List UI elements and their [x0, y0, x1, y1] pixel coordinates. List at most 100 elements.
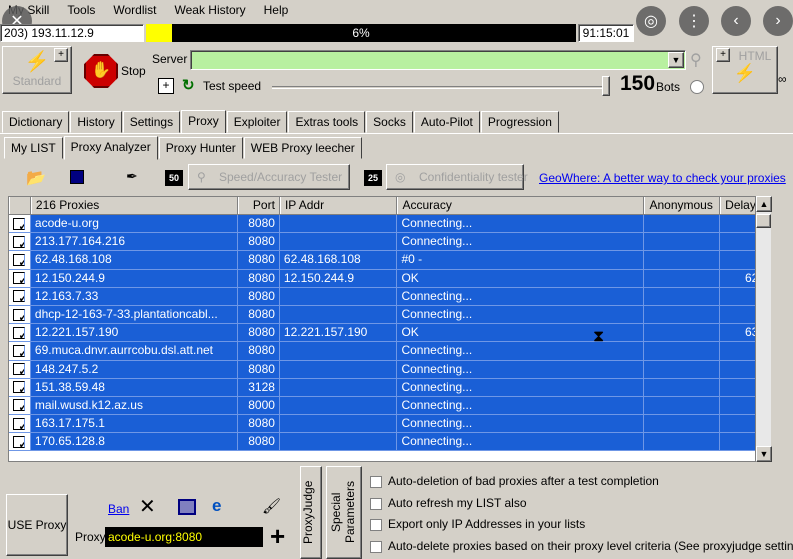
tab-dictionary[interactable]: Dictionary — [2, 111, 70, 133]
col-ip-addr[interactable]: IP Addr — [279, 197, 398, 214]
tab-exploiter[interactable]: Exploiter — [226, 111, 288, 133]
computer-icon[interactable] — [178, 499, 196, 515]
menu-tools[interactable]: Tools — [59, 3, 105, 17]
bots-radio[interactable] — [690, 80, 704, 94]
table-row[interactable]: ✓ 163.17.175.18080 Connecting... — [9, 415, 770, 434]
checkmark-icon[interactable]: ✓ — [13, 326, 26, 339]
confidentiality-tester-button[interactable]: ◎ Confidentiality tester — [386, 164, 528, 190]
checkbox[interactable] — [370, 497, 382, 510]
bots-slider-track[interactable] — [272, 86, 608, 89]
tab-proxy-analyzer[interactable]: Proxy Analyzer — [63, 136, 158, 160]
proxyjudge-button[interactable]: ProxyJudge — [300, 466, 322, 559]
geowhere-link[interactable]: GeoWhere: A better way to check your pro… — [539, 171, 786, 185]
table-row[interactable]: ✓ acode-u.org8080 Connecting... — [9, 215, 770, 234]
row-checkbox[interactable]: ✓ — [9, 324, 31, 342]
tab-progression[interactable]: Progression — [480, 111, 559, 133]
server-dropdown[interactable] — [190, 50, 686, 70]
table-row[interactable]: ✓ 148.247.5.28080 Connecting... — [9, 360, 770, 379]
table-row[interactable]: ✓ 151.38.59.483128 Connecting... — [9, 378, 770, 397]
table-scrollbar[interactable]: ▲ ▼ — [755, 196, 772, 462]
add-proxy-icon[interactable]: + — [270, 522, 285, 550]
col-accuracy[interactable]: Accuracy — [397, 197, 645, 214]
stop-hand-icon[interactable]: ✋ — [84, 54, 118, 88]
special-parameters-button[interactable]: Special Parameters — [326, 466, 362, 559]
checkbox[interactable] — [370, 518, 382, 531]
brush-icon[interactable]: 🖌 — [262, 497, 281, 515]
add-server-icon[interactable]: + — [158, 78, 174, 94]
col-proxies[interactable]: 216 Proxies — [30, 197, 239, 214]
tab-auto-pilot[interactable]: Auto-Pilot — [413, 111, 480, 133]
option-auto-delete-level[interactable]: Auto-delete proxies based on their proxy… — [370, 539, 793, 553]
col-anonymous[interactable]: Anonymous — [644, 197, 721, 214]
tab-proxy-hunter[interactable]: Proxy Hunter — [158, 137, 243, 159]
col-port[interactable]: Port — [238, 197, 280, 214]
tab-socks[interactable]: Socks — [366, 111, 413, 133]
checkmark-icon[interactable]: ✓ — [13, 235, 26, 248]
checkmark-icon[interactable]: ✓ — [13, 308, 26, 321]
use-proxy-button[interactable]: USE Proxy — [6, 494, 68, 556]
speed-accuracy-tester-button[interactable]: ⚲ Speed/Accuracy Tester — [188, 164, 350, 190]
checkbox[interactable] — [370, 540, 382, 553]
table-row[interactable]: ✓12.221.157.190808012.221.157.190OK631 — [9, 324, 770, 343]
ban-link[interactable]: Ban — [108, 502, 129, 516]
lens-search-icon[interactable]: ◎ — [636, 6, 666, 36]
checkmark-icon[interactable]: ✓ — [13, 381, 26, 394]
checkmark-icon[interactable]: ✓ — [13, 290, 26, 303]
menu-weak-history[interactable]: Weak History — [166, 3, 255, 17]
row-checkbox[interactable]: ✓ — [9, 251, 31, 269]
row-checkbox[interactable]: ✓ — [9, 415, 31, 433]
table-row[interactable]: ✓62.48.168.108808062.48.168.108#0 - — [9, 251, 770, 270]
tab-settings[interactable]: Settings — [122, 111, 181, 133]
table-row[interactable]: ✓ dhcp-12-163-7-33.plantationcabl...8080 C… — [9, 305, 770, 325]
open-folder-icon[interactable]: 📂 — [26, 168, 46, 188]
row-checkbox[interactable]: ✓ — [9, 360, 31, 378]
more-options-icon[interactable]: ⋮ — [679, 6, 709, 36]
delete-x-icon[interactable]: ✕ — [139, 497, 156, 517]
tab-web-proxy-leecher[interactable]: WEB Proxy leecher — [243, 137, 362, 159]
option-auto-refresh[interactable]: Auto refresh my LIST also — [370, 496, 527, 510]
menu-wordlist[interactable]: Wordlist — [105, 3, 166, 17]
row-checkbox[interactable]: ✓ — [9, 233, 31, 251]
tab-history[interactable]: History — [70, 111, 122, 133]
browser-icon[interactable]: e — [212, 496, 221, 516]
tab-extras-tools[interactable]: Extras tools — [288, 111, 366, 133]
checkmark-icon[interactable]: ✓ — [13, 253, 26, 266]
row-checkbox[interactable]: ✓ — [9, 396, 31, 415]
table-row[interactable]: ✓ 170.65.128.88080 Connecting... — [9, 433, 770, 452]
scroll-thumb[interactable] — [756, 214, 771, 228]
scroll-up-icon[interactable]: ▲ — [756, 196, 772, 212]
row-checkbox[interactable]: ✓ — [9, 342, 31, 360]
row-checkbox[interactable]: ✓ — [9, 287, 31, 305]
row-checkbox[interactable]: ✓ — [9, 433, 31, 451]
row-checkbox[interactable]: ✓ — [9, 215, 31, 233]
standard-plus-button[interactable]: + — [54, 48, 68, 62]
checkmark-icon[interactable]: ✓ — [13, 399, 26, 412]
proxy-input[interactable]: acode-u.org:8080 — [105, 527, 263, 547]
eyedropper-icon[interactable]: ✒ — [126, 168, 138, 185]
table-row[interactable]: ✓12.150.244.9808012.150.244.9OK621 — [9, 269, 770, 288]
option-auto-deletion[interactable]: Auto-deletion of bad proxies after a tes… — [370, 474, 659, 488]
checkbox[interactable] — [370, 475, 382, 488]
checkmark-icon[interactable]: ✓ — [13, 417, 26, 430]
checkmark-icon[interactable]: ✓ — [13, 435, 26, 448]
checkmark-icon[interactable]: ✓ — [13, 344, 26, 357]
glasses-icon[interactable]: ∞ — [778, 72, 787, 86]
target-host-field[interactable]: 203) 193.11.12.9 — [0, 24, 144, 42]
chevron-down-icon[interactable]: ▼ — [668, 52, 684, 68]
row-checkbox[interactable]: ✓ — [9, 378, 31, 396]
table-row[interactable]: ✓ 69.muca.dnvr.aurrcobu.dsl.att.net8080 Co… — [9, 342, 770, 361]
table-row[interactable]: ✓ 213.177.164.2168080 Connecting... — [9, 233, 770, 252]
checkmark-icon[interactable]: ✓ — [13, 217, 26, 230]
scroll-down-icon[interactable]: ▼ — [756, 446, 772, 462]
checkmark-icon[interactable]: ✓ — [13, 272, 26, 285]
option-export-ip[interactable]: Export only IP Addresses in your lists — [370, 517, 585, 531]
stop-label[interactable]: Stop — [121, 64, 146, 78]
tab-my-list[interactable]: My LIST — [4, 137, 63, 159]
row-checkbox[interactable]: ✓ — [9, 269, 31, 287]
refresh-arrow-icon[interactable]: ↻ — [182, 76, 195, 94]
previous-icon[interactable]: ‹ — [721, 6, 751, 36]
table-row[interactable]: ✓ 12.163.7.338080 Connecting... — [9, 287, 770, 306]
next-icon[interactable]: › — [763, 6, 793, 36]
save-icon[interactable] — [70, 170, 84, 184]
row-checkbox[interactable]: ✓ — [9, 305, 31, 324]
